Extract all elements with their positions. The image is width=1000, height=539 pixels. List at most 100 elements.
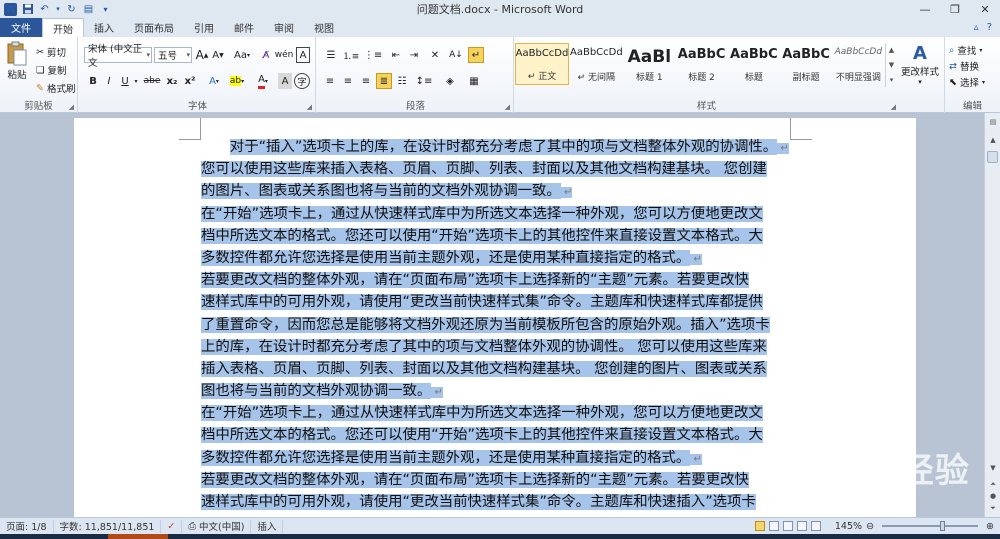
borders-icon[interactable]: ▦	[464, 73, 484, 89]
style-heading-1[interactable]: AaBl 标题 1	[624, 43, 675, 85]
document-body[interactable]: 对于“插入”选项卡上的库，在设计时都充分考虑了其中的项与文档整体外观的协调性。 …	[201, 136, 791, 513]
bold-button[interactable]: B	[86, 73, 100, 89]
scroll-thumb[interactable]	[987, 151, 998, 163]
document-line[interactable]: 在“开始”选项卡上，通过从快速样式库中为所选文本选择一种外观，您可以方便地更改文	[201, 402, 791, 424]
tab-review[interactable]: 审阅	[264, 18, 304, 37]
print-preview-icon[interactable]: ▤	[82, 3, 95, 16]
clipboard-launcher-icon[interactable]: ◢	[69, 103, 74, 111]
document-line[interactable]: 对于“插入”选项卡上的库，在设计时都充分考虑了其中的项与文档整体外观的协调性。 …	[201, 136, 791, 158]
vertical-scrollbar[interactable]: ▤ ▲ ▼ ⏶ ● ⏷	[984, 113, 1000, 517]
style-title[interactable]: AaBbC 标题	[728, 43, 779, 85]
subscript-button[interactable]: x₂	[164, 73, 180, 89]
select-button[interactable]: ⬉ 选择 ▾	[949, 75, 985, 90]
font-color-button[interactable]: A ▾	[252, 73, 274, 89]
language-indicator[interactable]: ⎙ 中文(中国)	[182, 519, 252, 533]
close-icon[interactable]: ✕	[970, 0, 1000, 18]
decrease-indent-icon[interactable]: ⇤	[388, 47, 404, 63]
tab-file[interactable]: 文件	[0, 18, 42, 37]
paste-button[interactable]: 粘贴	[4, 41, 30, 81]
underline-dropdown-icon[interactable]: ▾	[132, 73, 140, 89]
clear-format-icon[interactable]: A̸	[258, 47, 274, 63]
zoom-slider[interactable]	[882, 521, 979, 531]
text-effects-button[interactable]: A ▾	[204, 73, 224, 89]
document-line[interactable]: 在“开始”选项卡上，通过从快速样式库中为所选文本选择一种外观，您可以方便地更改文	[201, 203, 791, 225]
ruler-toggle-icon[interactable]: ▤	[985, 115, 1000, 129]
chinese-layout-icon[interactable]: ✕	[426, 47, 444, 63]
page-count[interactable]: 页面: 1/8	[0, 519, 54, 533]
save-icon[interactable]	[21, 3, 34, 16]
minimize-ribbon-icon[interactable]: ▵	[974, 22, 979, 33]
tab-references[interactable]: 引用	[184, 18, 224, 37]
document-line[interactable]: 档中所选文本的格式。您还可以使用“开始”选项卡上的其他控件来直接设置文本格式。大	[201, 424, 791, 446]
document-line[interactable]: 若要更改文档的整体外观，请在“页面布局”选项卡上选择新的“主题”元素。若要更改快	[201, 469, 791, 491]
phonetic-guide-icon[interactable]: wén	[275, 47, 294, 63]
undo-icon[interactable]: ↶	[38, 3, 51, 16]
minimize-icon[interactable]: —	[910, 0, 940, 18]
proofing-icon[interactable]: ✓	[161, 519, 183, 533]
draft-view-icon[interactable]	[810, 521, 821, 531]
line-spacing-icon[interactable]: ↕≡	[414, 73, 434, 89]
italic-button[interactable]: I	[102, 73, 116, 89]
increase-indent-icon[interactable]: ⇥	[406, 47, 422, 63]
document-page[interactable]: 对于“插入”选项卡上的库，在设计时都充分考虑了其中的项与文档整体外观的协调性。 …	[74, 118, 916, 517]
document-line[interactable]: 上的库，在设计时都充分考虑了其中的项与文档整体外观的协调性。 您可以使用这些库来	[201, 336, 791, 358]
style-subtitle[interactable]: AaBbC 副标题	[780, 43, 831, 85]
font-launcher-icon[interactable]: ◢	[307, 103, 312, 111]
document-line[interactable]: 多数控件都允许您选择是使用当前主题外观，还是使用某种直接指定的格式。 ↵	[201, 447, 791, 469]
scroll-down-icon[interactable]: ▼	[889, 61, 894, 69]
highlight-button[interactable]: ab ▾	[226, 73, 248, 89]
underline-button[interactable]: U	[118, 73, 132, 89]
document-line[interactable]: 插入表格、页眉、页脚、列表、封面以及其他文档构建基块。 您创建的图片、图表或关系	[201, 358, 791, 380]
tab-home[interactable]: 开始	[42, 18, 84, 37]
style-subtle-emphasis[interactable]: AaBbCcDd 不明显强调	[833, 43, 884, 85]
superscript-button[interactable]: x²	[182, 73, 198, 89]
word-count[interactable]: 字数: 11,851/11,851	[54, 519, 162, 533]
taskbar-active-item[interactable]	[108, 534, 168, 539]
sort-icon[interactable]: A↓	[448, 47, 464, 63]
help-icon[interactable]: ?	[987, 22, 992, 33]
styles-launcher-icon[interactable]: ◢	[891, 103, 896, 111]
font-size-combo[interactable]: 五号 ▾	[154, 47, 192, 63]
align-right-icon[interactable]: ≡	[358, 73, 374, 89]
document-line[interactable]: 速样式库中的可用外观，请使用“更改当前快速样式集”命令。主题库和快速插入”选项卡	[201, 491, 791, 513]
justify-icon[interactable]: ≣	[376, 73, 392, 89]
grow-font-button[interactable]: A ▲	[195, 47, 209, 63]
next-page-icon[interactable]: ⏷	[985, 501, 1000, 515]
outline-view-icon[interactable]	[796, 521, 807, 531]
scroll-up-icon[interactable]: ▲	[889, 46, 894, 54]
document-line[interactable]: 档中所选文本的格式。您还可以使用“开始”选项卡上的其他控件来直接设置文本格式。大	[201, 225, 791, 247]
font-name-combo[interactable]: 宋体 (中文正文 ▾	[84, 44, 152, 69]
scroll-down-arrow-icon[interactable]: ▼	[985, 461, 1000, 475]
shading-icon[interactable]: ◈	[440, 73, 460, 89]
tab-insert[interactable]: 插入	[84, 18, 124, 37]
change-styles-button[interactable]: A 更改样式 ▾	[900, 43, 940, 86]
format-painter-button[interactable]: ✎ 格式刷	[36, 81, 75, 96]
align-center-icon[interactable]: ≡	[340, 73, 356, 89]
undo-dropdown-icon[interactable]: ▾	[55, 3, 61, 16]
find-button[interactable]: ⌕ 查找 ▾	[949, 43, 982, 58]
show-marks-icon[interactable]: ↵	[468, 47, 484, 63]
word-app-icon[interactable]: W	[4, 2, 17, 16]
print-layout-icon[interactable]	[754, 521, 765, 531]
more-styles-icon[interactable]: ▾	[890, 76, 894, 84]
document-line[interactable]: 若要更改文档的整体外观，请在“页面布局”选项卡上选择新的“主题”元素。若要更改快	[201, 269, 791, 291]
tab-page-layout[interactable]: 页面布局	[124, 18, 184, 37]
zoom-level[interactable]: 145%	[835, 521, 862, 532]
tab-mailings[interactable]: 邮件	[224, 18, 264, 37]
document-line[interactable]: 了重置命令，因而您总是能够将文档外观还原为当前模板所包含的原始外观。插入”选项卡	[201, 314, 791, 336]
styles-gallery-scroll[interactable]: ▲ ▼ ▾	[885, 43, 897, 87]
shrink-font-button[interactable]: A ▼	[211, 47, 225, 63]
zoom-out-icon[interactable]: ⊖	[866, 521, 874, 532]
restore-icon[interactable]: ❐	[940, 0, 970, 18]
scroll-up-arrow-icon[interactable]: ▲	[985, 133, 1000, 147]
tab-view[interactable]: 视图	[304, 18, 344, 37]
numbering-icon[interactable]: ⒈≡	[342, 47, 360, 63]
insert-mode[interactable]: 插入	[251, 519, 284, 533]
cut-button[interactable]: ✂ 剪切	[36, 45, 66, 60]
char-shading-icon[interactable]: A	[278, 73, 292, 89]
document-line[interactable]: 速样式库中的可用外观，请使用“更改当前快速样式集”命令。主题库和快速样式库都提供	[201, 291, 791, 313]
document-line[interactable]: 多数控件都允许您选择是使用当前主题外观，还是使用某种直接指定的格式。 ↵	[201, 247, 791, 269]
zoom-in-icon[interactable]: ⊕	[986, 521, 994, 532]
zoom-slider-knob[interactable]	[940, 521, 946, 531]
char-border-icon[interactable]: A	[296, 47, 310, 63]
